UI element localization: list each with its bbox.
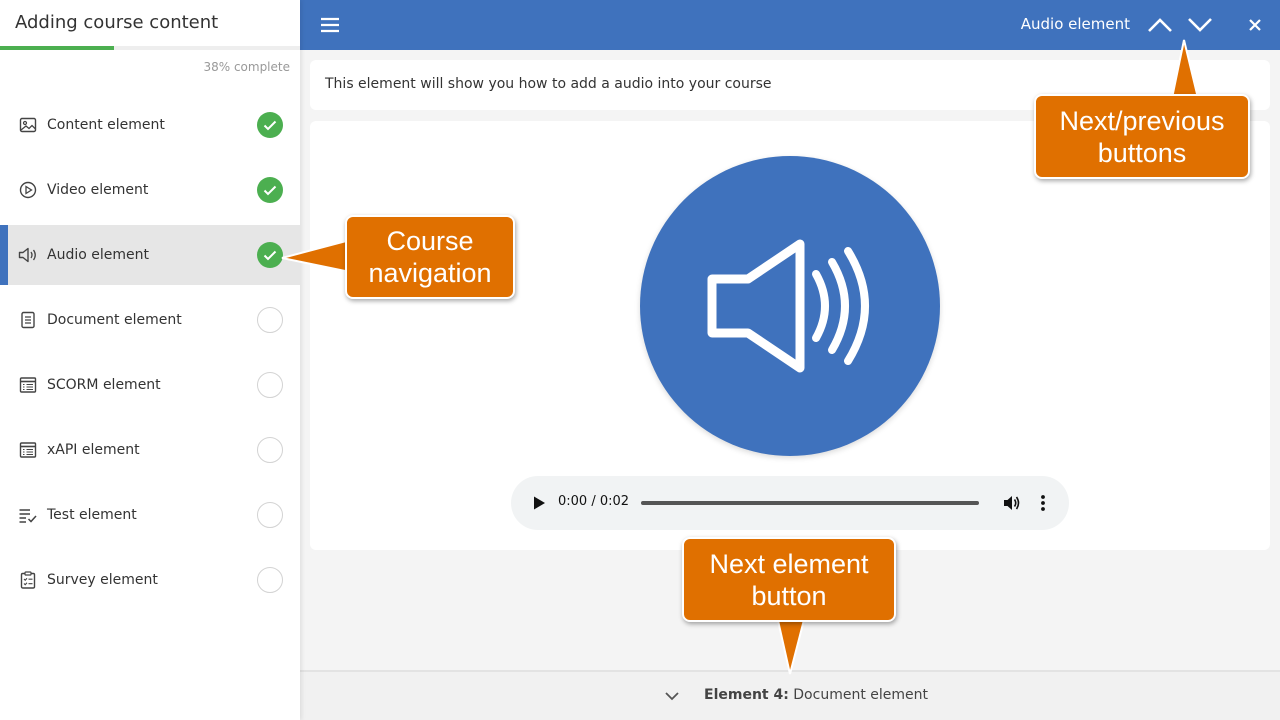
- sidebar-item-label: Document element: [47, 312, 182, 328]
- incomplete-circle-icon: [257, 437, 283, 463]
- audio-content-card: 0:00 / 0:02: [310, 121, 1270, 550]
- completed-check-icon: [257, 177, 283, 203]
- top-bar: Audio element: [300, 0, 1280, 50]
- course-navigation-callout: Course navigation: [345, 215, 515, 299]
- sidebar-item-document-element[interactable]: Document element: [0, 290, 300, 350]
- progress-fill: [0, 46, 114, 50]
- sidebar-item-label: xAPI element: [47, 442, 140, 458]
- next-previous-callout: Next/previous buttons: [1034, 94, 1250, 179]
- course-navigation: Content element Video element Audio elem…: [0, 95, 300, 615]
- incomplete-circle-icon: [257, 502, 283, 528]
- audio-player: 0:00 / 0:02: [511, 476, 1069, 530]
- next-element-prefix: Element 4:: [704, 687, 789, 703]
- sidebar-item-test-element[interactable]: Test element: [0, 485, 300, 545]
- incomplete-circle-icon: [257, 567, 283, 593]
- current-element-title: Audio element: [1020, 15, 1130, 33]
- progress-bar: [0, 46, 300, 50]
- sidebar-item-video-element[interactable]: Video element: [0, 160, 300, 220]
- sidebar-item-content-element[interactable]: Content element: [0, 95, 300, 155]
- audio-speaker-image: [640, 156, 940, 456]
- sidebar-item-label: Video element: [47, 182, 149, 198]
- next-element-callout: Next element button: [682, 537, 896, 622]
- menu-icon[interactable]: [320, 15, 340, 35]
- document-icon: [18, 310, 38, 330]
- table-icon: [18, 375, 38, 395]
- progress-text: 38% complete: [203, 60, 290, 74]
- callout-pointer: [1170, 39, 1200, 99]
- chevron-down-icon[interactable]: [1186, 13, 1214, 37]
- incomplete-circle-icon: [257, 372, 283, 398]
- speaker-icon: [707, 239, 869, 373]
- completed-check-icon: [257, 112, 283, 138]
- close-icon[interactable]: [1246, 16, 1264, 34]
- audio-seek-bar[interactable]: [641, 501, 979, 505]
- sidebar-item-xapi-element[interactable]: xAPI element: [0, 420, 300, 480]
- clipboard-icon: [18, 570, 38, 590]
- sidebar-item-label: Survey element: [47, 572, 158, 588]
- sidebar-item-label: Content element: [47, 117, 165, 133]
- chevron-up-icon[interactable]: [1146, 13, 1174, 37]
- sidebar-item-scorm-element[interactable]: SCORM element: [0, 355, 300, 415]
- next-element-label: Element 4: Document element: [704, 687, 928, 703]
- image-icon: [18, 115, 38, 135]
- checklist-icon: [18, 505, 38, 525]
- play-circle-icon: [18, 180, 38, 200]
- sidebar-item-label: Test element: [47, 507, 137, 523]
- play-icon[interactable]: [531, 495, 547, 511]
- sidebar-item-label: SCORM element: [47, 377, 161, 393]
- table-icon: [18, 440, 38, 460]
- speaker-icon: [18, 245, 38, 265]
- next-element-button[interactable]: Element 4: Document element: [300, 670, 1280, 720]
- callout-pointer: [281, 238, 351, 274]
- sidebar-item-survey-element[interactable]: Survey element: [0, 550, 300, 610]
- audio-time: 0:00 / 0:02: [558, 494, 630, 509]
- course-title: Adding course content: [15, 12, 219, 33]
- next-element-name: Document element: [793, 687, 928, 703]
- sidebar-item-audio-element[interactable]: Audio element: [0, 225, 300, 285]
- more-options-icon[interactable]: [1037, 493, 1049, 513]
- incomplete-circle-icon: [257, 307, 283, 333]
- volume-icon[interactable]: [1002, 493, 1022, 513]
- sidebar-header: Adding course content: [0, 0, 300, 50]
- sidebar-item-label: Audio element: [47, 247, 149, 263]
- course-sidebar: Adding course content 38% complete Conte…: [0, 0, 300, 720]
- chevron-down-icon: [664, 688, 680, 702]
